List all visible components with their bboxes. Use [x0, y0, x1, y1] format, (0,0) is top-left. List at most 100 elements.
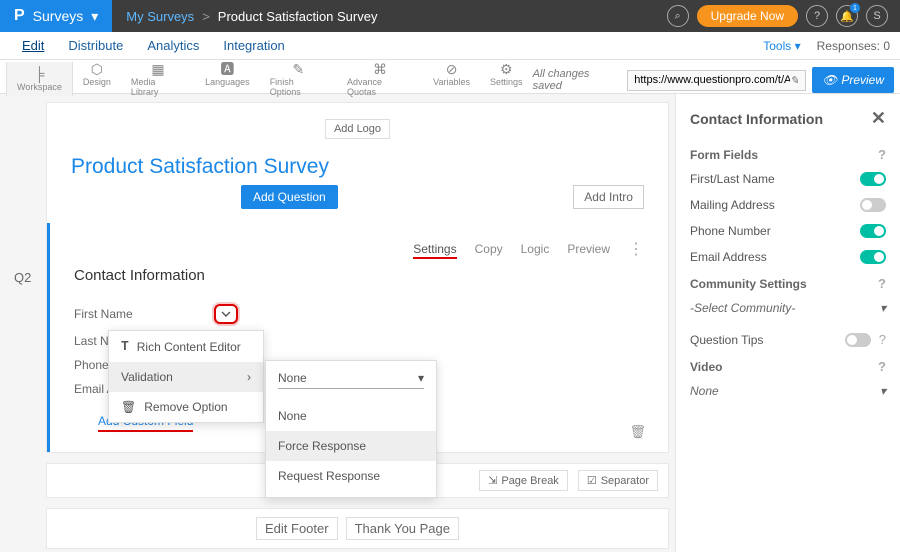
footer-actions: Edit Footer Thank You Page [46, 508, 669, 549]
qtab-logic[interactable]: Logic [521, 242, 550, 256]
trash-icon: 🗑 [121, 400, 136, 414]
trash-icon[interactable]: 🗑 [629, 424, 646, 440]
preview-button[interactable]: 👁Preview [812, 67, 894, 93]
help-icon[interactable]: ? [879, 332, 886, 347]
breadcrumb-current: Product Satisfaction Survey [218, 9, 378, 24]
validation-options: None Force Response Request Response [266, 395, 436, 497]
finish-icon: ✎ [292, 62, 304, 76]
thank-you-button[interactable]: Thank You Page [346, 517, 459, 540]
avatar[interactable]: S [866, 5, 888, 27]
topbar-right: ⌕ Upgrade Now ? 🔔1 S [667, 5, 900, 27]
field-first-name: First Name [74, 304, 644, 324]
breadcrumb-sep: > [202, 9, 210, 24]
top-bar: P Surveys ▾ My Surveys > Product Satisfa… [0, 0, 900, 32]
tb-workspace[interactable]: ╞Workspace [6, 62, 73, 96]
qtab-copy[interactable]: Copy [475, 242, 503, 256]
chevron-down-icon: ▾ [91, 8, 98, 25]
toggle-email[interactable] [860, 250, 886, 264]
main-tabs: Edit Distribute Analytics Integration To… [0, 32, 900, 60]
tb-languages[interactable]: 🅰Languages [195, 62, 260, 87]
validation-select[interactable]: None▾ [266, 361, 436, 395]
tb-quotas[interactable]: ⌘Advance Quotas [337, 62, 423, 97]
survey-url-box[interactable]: ✎ [627, 70, 806, 91]
add-intro-button[interactable]: Add Intro [573, 185, 644, 209]
tools-dropdown[interactable]: Tools ▾ [763, 39, 800, 53]
add-question-button[interactable]: Add Question [241, 185, 338, 209]
help-icon[interactable]: ? [878, 359, 886, 374]
val-none[interactable]: None [266, 401, 436, 431]
toolbar: ╞Workspace ⬡Design ▦Media Library 🅰Langu… [0, 60, 900, 94]
video-select[interactable]: None▾ [690, 384, 886, 401]
pencil-icon[interactable]: ✎ [790, 74, 799, 87]
tb-design[interactable]: ⬡Design [73, 62, 121, 87]
quotas-icon: ⌘ [373, 62, 387, 76]
question-tabs: Settings Copy Logic Preview ⋮ [74, 239, 644, 259]
tb-finish[interactable]: ✎Finish Options [260, 62, 337, 97]
notif-badge: 1 [850, 3, 860, 13]
tab-integration[interactable]: Integration [211, 32, 296, 60]
design-icon: ⬡ [91, 62, 103, 76]
toggle-mailing[interactable] [860, 198, 886, 212]
help-icon[interactable]: ? [806, 5, 828, 27]
surveys-dropdown[interactable]: P Surveys ▾ [0, 0, 112, 32]
close-icon[interactable]: ✕ [871, 108, 886, 129]
chevron-down-icon: ▾ [418, 371, 424, 385]
field-toggle-firstlast: First/Last Name [690, 172, 886, 186]
separator-button[interactable]: ☑Separator [578, 470, 658, 491]
toggle-phone[interactable] [860, 224, 886, 238]
upgrade-button[interactable]: Upgrade Now [697, 5, 798, 27]
workspace-icon: ╞ [34, 67, 44, 81]
section-community: Community Settings? [690, 276, 886, 291]
survey-title[interactable]: Product Satisfaction Survey [47, 139, 668, 185]
survey-url-input[interactable] [634, 74, 790, 86]
field-toggle-phone: Phone Number [690, 224, 886, 238]
val-force[interactable]: Force Response [266, 431, 436, 461]
separator-icon: ☑ [587, 474, 597, 487]
breadcrumb-my-surveys[interactable]: My Surveys [126, 9, 194, 24]
tb-media[interactable]: ▦Media Library [121, 62, 195, 97]
field-context-menu: 𝐓Rich Content Editor Validation› 🗑Remove… [108, 330, 264, 423]
logo-icon: P [14, 7, 25, 25]
ctx-remove-option[interactable]: 🗑Remove Option [109, 392, 263, 422]
notifications-icon[interactable]: 🔔1 [836, 5, 858, 27]
tb-variables[interactable]: ⊘Variables [423, 62, 480, 87]
tabs-right: Tools ▾ Responses: 0 [763, 39, 890, 53]
field-toggle-mailing: Mailing Address [690, 198, 886, 212]
ctx-validation[interactable]: Validation› [109, 362, 263, 392]
ctx-rich-editor[interactable]: 𝐓Rich Content Editor [109, 331, 263, 362]
toggle-tips[interactable] [845, 333, 871, 347]
tab-analytics[interactable]: Analytics [135, 32, 211, 60]
tab-edit[interactable]: Edit [10, 32, 56, 60]
add-logo-button[interactable]: Add Logo [325, 119, 390, 139]
surveys-label: Surveys [33, 8, 84, 24]
qtab-settings[interactable]: Settings [413, 242, 456, 256]
community-select[interactable]: -Select Community-▾ [690, 301, 886, 318]
search-icon[interactable]: ⌕ [667, 5, 689, 27]
help-icon[interactable]: ? [878, 147, 886, 162]
question-title[interactable]: Contact Information [74, 267, 644, 284]
field-toggle-email: Email Address [690, 250, 886, 264]
tb-settings[interactable]: ⚙Settings [480, 62, 533, 87]
more-icon[interactable]: ⋮ [628, 239, 644, 259]
panel-header: Contact Information ✕ [690, 108, 886, 129]
chevron-down-icon [221, 309, 231, 319]
toggle-firstlast[interactable] [860, 172, 886, 186]
edit-footer-button[interactable]: Edit Footer [256, 517, 338, 540]
section-video: Video? [690, 359, 886, 374]
page-break-icon: ⇲ [488, 474, 497, 487]
help-icon[interactable]: ? [878, 276, 886, 291]
title-row: Add Question Add Intro [47, 185, 668, 223]
qtab-preview[interactable]: Preview [567, 242, 610, 256]
saved-status: All changes saved [533, 68, 622, 92]
tab-distribute[interactable]: Distribute [56, 32, 135, 60]
validation-submenu: None▾ None Force Response Request Respon… [265, 360, 437, 498]
panel-title: Contact Information [690, 111, 823, 127]
variables-icon: ⊘ [446, 62, 458, 76]
val-request[interactable]: Request Response [266, 461, 436, 491]
field-label: First Name [74, 307, 214, 321]
media-icon: ▦ [151, 62, 164, 76]
page-break-button[interactable]: ⇲Page Break [479, 470, 568, 491]
responses-count: Responses: 0 [817, 39, 890, 53]
main-area: Q2 Add Logo Product Satisfaction Survey … [0, 94, 900, 552]
field-options-dropdown[interactable] [214, 304, 238, 324]
